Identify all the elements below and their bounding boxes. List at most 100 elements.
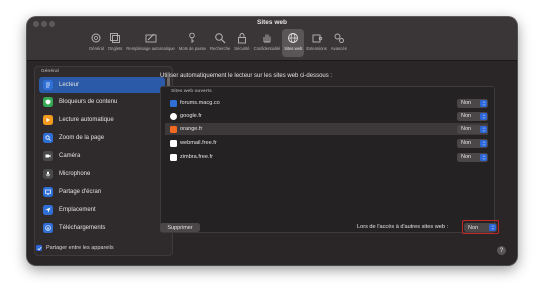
- blocker-icon: [43, 97, 53, 107]
- chevron-updown-icon: [480, 125, 487, 133]
- site-setting-select[interactable]: Non: [457, 98, 488, 108]
- list-item[interactable]: orange.fr Non: [165, 123, 488, 135]
- gear-icon: [91, 33, 101, 43]
- sidebar-item-label: Lecture automatique: [59, 117, 114, 123]
- tab-autofill-label: Remplissage automatique: [126, 46, 175, 51]
- preferences-window: Sites web Général Onglets Remplissage au…: [27, 17, 517, 265]
- titlebar: Sites web Général Onglets Remplissage au…: [27, 17, 517, 61]
- sidebar-item-label: Emplacement: [59, 207, 96, 213]
- sidebar-item-microphone[interactable]: Microphone: [39, 166, 165, 182]
- toolbar: Général Onglets Remplissage automatique …: [87, 29, 349, 59]
- list-item[interactable]: webmail.free.fr Non: [165, 137, 488, 149]
- site-name: orange.fr: [180, 126, 203, 132]
- pencil-icon: [145, 33, 156, 43]
- microphone-icon: [43, 169, 53, 179]
- sidebar-item-page-zoom[interactable]: Zoom de la page: [39, 130, 165, 146]
- site-name: zimbra.free.fr: [180, 154, 213, 160]
- search-icon: [215, 33, 226, 44]
- tab-search[interactable]: Recherche: [208, 29, 232, 57]
- sidebar: Général Lecteur Bloqueurs de contenu Lec…: [34, 66, 173, 256]
- advanced-gears-icon: [334, 33, 344, 43]
- tab-autofill[interactable]: Remplissage automatique: [124, 29, 176, 57]
- tab-passwords-label: Mots de passe: [178, 46, 206, 51]
- generic-favicon-icon: [170, 153, 177, 161]
- orange-favicon-icon: [170, 125, 177, 133]
- sidebar-item-downloads[interactable]: Téléchargements: [39, 220, 165, 236]
- tab-search-label: Recherche: [210, 46, 231, 51]
- generic-favicon-icon: [170, 139, 177, 147]
- other-sites-label: Lors de l'accès à d'autres sites web :: [357, 224, 449, 230]
- annotation-highlight-box: [462, 220, 499, 234]
- tab-passwords[interactable]: Mots de passe: [177, 29, 208, 57]
- sidebar-item-camera[interactable]: Caméra: [39, 148, 165, 164]
- site-setting-select[interactable]: Non: [457, 152, 488, 162]
- sidebar-item-label: Lecteur: [59, 82, 80, 88]
- chevron-updown-icon: [480, 112, 487, 120]
- play-icon: [43, 115, 53, 125]
- tab-websites[interactable]: Sites web: [282, 29, 305, 57]
- tabs-icon: [110, 33, 121, 43]
- select-value: Non: [461, 113, 472, 119]
- site-setting-select[interactable]: Non: [457, 138, 488, 148]
- site-setting-select[interactable]: Non: [457, 124, 488, 134]
- chevron-updown-icon: [480, 153, 487, 161]
- select-value: Non: [461, 100, 472, 106]
- select-value: Non: [461, 154, 472, 160]
- site-name: google.fr: [180, 113, 202, 119]
- tab-advanced[interactable]: Avancés: [329, 29, 349, 57]
- sidebar-item-content-blockers[interactable]: Bloqueurs de contenu: [39, 94, 165, 110]
- tab-extensions[interactable]: Extensions: [304, 29, 328, 57]
- sidebar-item-screen-sharing[interactable]: Partage d'écran: [39, 184, 165, 200]
- sidebar-item-autoplay[interactable]: Lecture automatique: [39, 112, 165, 128]
- camera-icon: [43, 151, 53, 161]
- tab-onglets-label: Onglets: [107, 46, 123, 51]
- hand-icon: [263, 34, 271, 43]
- reader-description: Utiliser automatiquement le lecteur sur …: [160, 73, 333, 79]
- lock-icon: [238, 33, 246, 44]
- download-icon: [43, 223, 53, 233]
- tab-privacy[interactable]: Confidentialité: [252, 29, 283, 57]
- tab-websites-label: Sites web: [284, 46, 303, 51]
- tab-onglets[interactable]: Onglets: [106, 29, 124, 57]
- chevron-updown-icon: [480, 139, 487, 147]
- reader-icon: [43, 80, 53, 90]
- tab-general-label: Général: [89, 46, 104, 51]
- globe-icon: [288, 33, 299, 43]
- google-favicon-icon: [170, 112, 177, 120]
- help-button[interactable]: ?: [497, 246, 506, 255]
- list-item[interactable]: forums.macg.co Non: [165, 97, 488, 109]
- location-icon: [43, 205, 53, 215]
- sidebar-item-label: Bloqueurs de contenu: [59, 99, 118, 105]
- tab-privacy-label: Confidentialité: [253, 46, 281, 51]
- select-value: Non: [461, 126, 472, 132]
- share-across-devices[interactable]: Partager entre les appareils: [36, 245, 114, 251]
- puzzle-icon: [312, 34, 322, 43]
- site-setting-select[interactable]: Non: [457, 111, 488, 121]
- sidebar-item-label: Partage d'écran: [59, 189, 102, 195]
- screen-share-icon: [43, 187, 53, 197]
- list-item[interactable]: google.fr Non: [165, 110, 488, 122]
- sidebar-item-label: Zoom de la page: [59, 135, 105, 141]
- sidebar-item-lecteur[interactable]: Lecteur: [39, 77, 165, 93]
- site-name: webmail.free.fr: [180, 140, 217, 146]
- forum-favicon-icon: [170, 99, 177, 107]
- zoom-icon: [43, 133, 53, 143]
- tab-advanced-label: Avancés: [330, 46, 347, 51]
- tab-security-label: Sécurité: [234, 46, 250, 51]
- sidebar-item-location[interactable]: Emplacement: [39, 202, 165, 218]
- select-value: Non: [461, 140, 472, 146]
- sidebar-item-label: Microphone: [59, 171, 91, 177]
- window-title: Sites web: [257, 19, 287, 26]
- remove-button[interactable]: Supprimer: [160, 223, 200, 232]
- tab-security[interactable]: Sécurité: [232, 29, 251, 57]
- tab-general[interactable]: Général: [87, 29, 106, 57]
- list-item[interactable]: zimbra.free.fr Non: [165, 151, 488, 163]
- list-section-header: Sites web ouverts: [171, 89, 212, 94]
- share-label: Partager entre les appareils: [46, 245, 114, 251]
- share-checkbox[interactable]: [36, 245, 42, 251]
- tab-extensions-label: Extensions: [306, 46, 327, 51]
- checkmark-icon: [37, 246, 42, 250]
- key-icon: [189, 32, 196, 43]
- sidebar-item-label: Téléchargements: [59, 225, 106, 231]
- sidebar-item-label: Caméra: [59, 153, 81, 159]
